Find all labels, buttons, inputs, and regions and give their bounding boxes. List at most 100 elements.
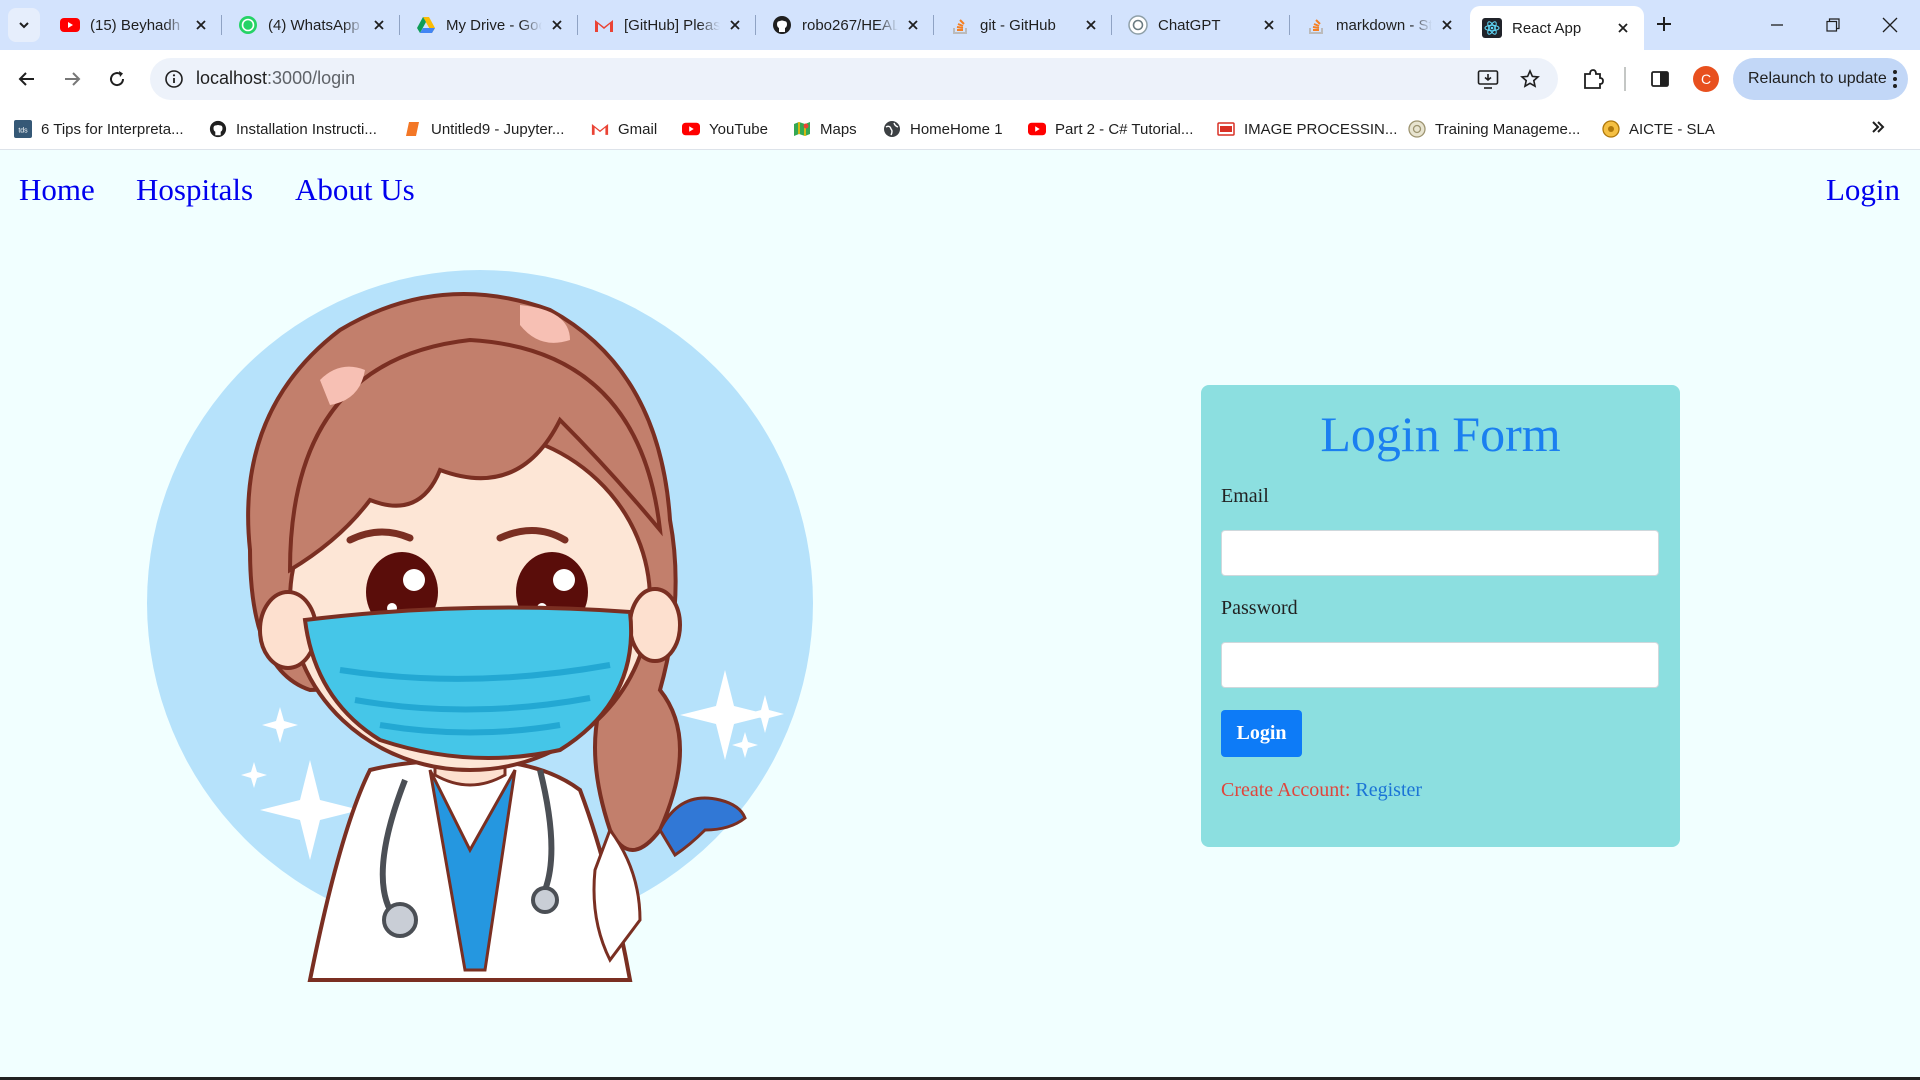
email-field[interactable] <box>1221 530 1659 576</box>
tab-separator <box>1289 15 1290 35</box>
bookmark-item[interactable]: YouTube <box>682 116 768 142</box>
bookmark-star-button[interactable] <box>1515 64 1545 94</box>
bookmark-label: Gmail <box>618 120 658 138</box>
bookmark-label: Untitled9 - Jupyter... <box>431 120 565 138</box>
jupyter-icon <box>404 120 422 138</box>
tab-search-button[interactable] <box>8 8 40 42</box>
close-icon <box>1882 17 1898 33</box>
tab-youtube[interactable]: (15) Beyhadh <box>48 6 222 44</box>
bookmarks-overflow-button[interactable] <box>1870 114 1886 140</box>
tab-chatgpt[interactable]: ChatGPT <box>1116 6 1290 44</box>
training-icon <box>1408 120 1426 138</box>
bookmark-item[interactable]: Installation Instructi... <box>209 116 377 142</box>
nav-login-link[interactable]: Login <box>1826 172 1900 208</box>
nav-about-link[interactable]: About Us <box>295 172 415 208</box>
close-icon[interactable] <box>370 16 388 34</box>
stackoverflow-icon <box>1306 15 1326 35</box>
pdf-icon <box>1217 120 1235 138</box>
tab-title: [GitHub] Please <box>624 16 720 34</box>
close-icon[interactable] <box>1082 16 1100 34</box>
back-button[interactable] <box>12 64 42 94</box>
bookmark-item[interactable]: Maps <box>793 116 857 142</box>
globe-icon <box>883 120 901 138</box>
bookmark-item[interactable]: HomeHome 1 <box>883 116 1003 142</box>
bookmark-item[interactable]: Part 2 - C# Tutorial... <box>1028 116 1193 142</box>
register-link[interactable]: Register <box>1355 779 1422 801</box>
tab-title: ChatGPT <box>1158 16 1221 34</box>
close-icon[interactable] <box>904 16 922 34</box>
reload-icon <box>110 71 125 87</box>
bookmark-item[interactable]: AICTE - SLA <box>1602 116 1715 142</box>
url-text[interactable]: localhost:3000/login <box>196 68 355 89</box>
tab-github[interactable]: robo267/HEALTH <box>760 6 934 44</box>
profile-avatar[interactable]: C <box>1693 66 1719 92</box>
bookmark-label: 6 Tips for Interpreta... <box>41 120 184 138</box>
site-info-icon[interactable] <box>160 65 188 93</box>
tab-markdown[interactable]: markdown - Stack <box>1294 6 1468 44</box>
bookmark-label: YouTube <box>709 120 768 138</box>
tab-gmail[interactable]: [GitHub] Please <box>582 6 756 44</box>
chatgpt-icon <box>1128 15 1148 35</box>
plus-icon <box>1657 17 1671 31</box>
browser-toolbar: localhost:3000/login C Relaunch to updat… <box>0 50 1920 108</box>
tab-title: React App <box>1512 19 1582 37</box>
tab-react-app[interactable]: React App <box>1470 6 1644 50</box>
bookmark-item[interactable]: tds 6 Tips for Interpreta... <box>14 116 184 142</box>
arrow-right-icon <box>65 72 81 86</box>
tab-separator <box>399 15 400 35</box>
gmail-icon <box>594 15 614 35</box>
aicte-icon <box>1602 120 1620 138</box>
side-panel-icon <box>1651 71 1669 87</box>
create-account-row: Create Account: Register <box>1221 779 1422 802</box>
more-vert-icon <box>1892 68 1898 95</box>
page-content: Home Hospitals About Us Login Login Form… <box>0 150 1920 1078</box>
close-icon[interactable] <box>1614 19 1632 37</box>
nav-hospitals-link[interactable]: Hospitals <box>136 172 253 208</box>
bookmark-item[interactable]: Untitled9 - Jupyter... <box>404 116 564 142</box>
url-host: localhost <box>196 68 268 88</box>
puzzle-icon <box>1584 69 1604 89</box>
password-field[interactable] <box>1221 642 1659 688</box>
close-icon[interactable] <box>1438 16 1456 34</box>
minimize-button[interactable] <box>1762 10 1792 40</box>
forward-button[interactable] <box>57 64 87 94</box>
nav-home-link[interactable]: Home <box>19 172 95 208</box>
tab-strip: (15) Beyhadh (4) WhatsApp My Drive - Goo… <box>0 0 1920 50</box>
bookmark-item[interactable]: Training Manageme... <box>1408 116 1580 142</box>
new-tab-button[interactable] <box>1650 10 1678 38</box>
bookmark-label: Installation Instructi... <box>236 120 377 138</box>
tab-google-drive[interactable]: My Drive - Google Drive <box>404 6 578 44</box>
close-icon[interactable] <box>1260 16 1278 34</box>
close-icon[interactable] <box>726 16 744 34</box>
bookmark-label: HomeHome 1 <box>910 120 1003 138</box>
tab-git-github[interactable]: git - GitHub <box>938 6 1112 44</box>
whatsapp-icon <box>238 15 258 35</box>
login-submit-button[interactable]: Login <box>1221 710 1302 757</box>
tab-separator <box>577 15 578 35</box>
close-icon[interactable] <box>548 16 566 34</box>
tab-title: (15) Beyhadh <box>90 16 181 34</box>
address-bar[interactable]: localhost:3000/login <box>150 58 1558 100</box>
tds-icon: tds <box>14 120 32 138</box>
bookmark-label: Training Manageme... <box>1435 120 1581 138</box>
bookmark-label: Maps <box>820 120 857 138</box>
extensions-button[interactable] <box>1578 64 1608 94</box>
side-panel-button[interactable] <box>1645 64 1675 94</box>
close-icon[interactable] <box>192 16 210 34</box>
tab-title: markdown - Stack <box>1336 16 1432 34</box>
bookmark-item[interactable]: IMAGE PROCESSIN... <box>1217 116 1397 142</box>
restore-button[interactable] <box>1818 10 1848 40</box>
toolbar-divider <box>1624 67 1626 91</box>
github-icon <box>209 120 227 138</box>
bookmark-item[interactable]: Gmail <box>591 116 657 142</box>
tab-whatsapp[interactable]: (4) WhatsApp <box>226 6 400 44</box>
star-icon <box>1520 69 1540 88</box>
window-close-button[interactable] <box>1875 10 1905 40</box>
email-label: Email <box>1221 485 1269 507</box>
install-app-button[interactable] <box>1473 64 1503 94</box>
google-drive-icon <box>416 15 436 35</box>
reload-button[interactable] <box>102 64 132 94</box>
tab-title: robo267/HEALTH <box>802 16 898 34</box>
relaunch-button[interactable]: Relaunch to update <box>1733 58 1908 100</box>
tab-separator <box>221 15 222 35</box>
